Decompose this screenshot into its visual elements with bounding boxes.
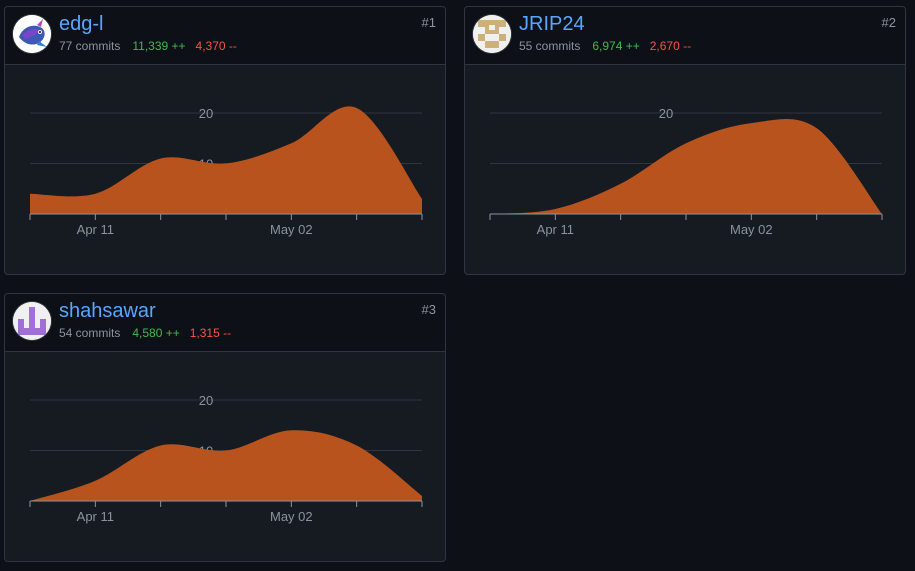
- card-header: edg-l 77 commits 11,339 ++ 4,370 -- #1: [5, 7, 445, 65]
- additions-count: 4,580 ++: [132, 326, 180, 340]
- contribution-chart: 1020Apr 11May 02: [489, 106, 883, 237]
- deletions-count: 4,370 --: [195, 39, 237, 53]
- rank-label: #2: [881, 15, 896, 30]
- identicon-avatar-icon[interactable]: [13, 302, 51, 340]
- contributor-card-1: edg-l 77 commits11,339 ++4,370 -- #1 102…: [4, 6, 446, 275]
- contributor-username-link[interactable]: shahsawar: [59, 300, 156, 323]
- additions-count: 6,974 ++: [592, 39, 640, 53]
- commit-stats: 55 commits 6,974 ++ 2,670 --: [519, 39, 691, 53]
- card-header: shahsawar 54 commits 4,580 ++ 1,315 -- #3: [5, 294, 445, 352]
- x-tick-label: May 02: [270, 509, 313, 524]
- x-tick-label: Apr 11: [77, 509, 114, 524]
- commit-stats: 77 commits 11,339 ++ 4,370 --: [59, 39, 237, 53]
- x-tick-label: Apr 11: [77, 222, 114, 237]
- card-header: JRIP24 55 commits 6,974 ++ 2,670 -- #2: [465, 7, 905, 65]
- x-tick-label: May 02: [270, 222, 313, 237]
- y-tick-label: 20: [199, 393, 213, 408]
- contributor-username-link[interactable]: JRIP24: [519, 13, 585, 36]
- contribution-chart: 1020Apr 11May 02: [29, 106, 423, 237]
- additions-count: 11,339 ++: [132, 39, 186, 53]
- commit-count[interactable]: 77 commits: [59, 39, 120, 53]
- contributor-card-2: JRIP24 55 commits6,974 ++2,670 -- #2 102…: [464, 6, 906, 275]
- x-tick-label: May 02: [730, 222, 773, 237]
- rank-label: #3: [421, 302, 436, 317]
- rank-label: #1: [421, 15, 436, 30]
- commit-count[interactable]: 54 commits: [59, 326, 120, 340]
- x-tick-label: Apr 11: [537, 222, 574, 237]
- contribution-area: [490, 118, 882, 214]
- y-tick-label: 20: [199, 106, 213, 121]
- contribution-area: [30, 430, 422, 501]
- contribution-area: [30, 106, 422, 214]
- deletions-count: 2,670 --: [649, 39, 692, 53]
- commit-count[interactable]: 55 commits: [519, 39, 580, 53]
- fish-avatar-icon[interactable]: [13, 15, 51, 53]
- deletions-count: 1,315 --: [189, 326, 232, 340]
- contributor-card-3: shahsawar 54 commits 4,580 ++ 1,315 -- #3 …: [4, 293, 446, 562]
- identicon-avatar-icon[interactable]: [473, 15, 511, 53]
- contributor-username-link[interactable]: edg-l: [59, 13, 103, 36]
- y-tick-label: 20: [659, 106, 673, 121]
- commit-stats: 54 commits 4,580 ++ 1,315 --: [59, 326, 231, 340]
- contribution-chart: 1020Apr 11May 02: [29, 393, 423, 524]
